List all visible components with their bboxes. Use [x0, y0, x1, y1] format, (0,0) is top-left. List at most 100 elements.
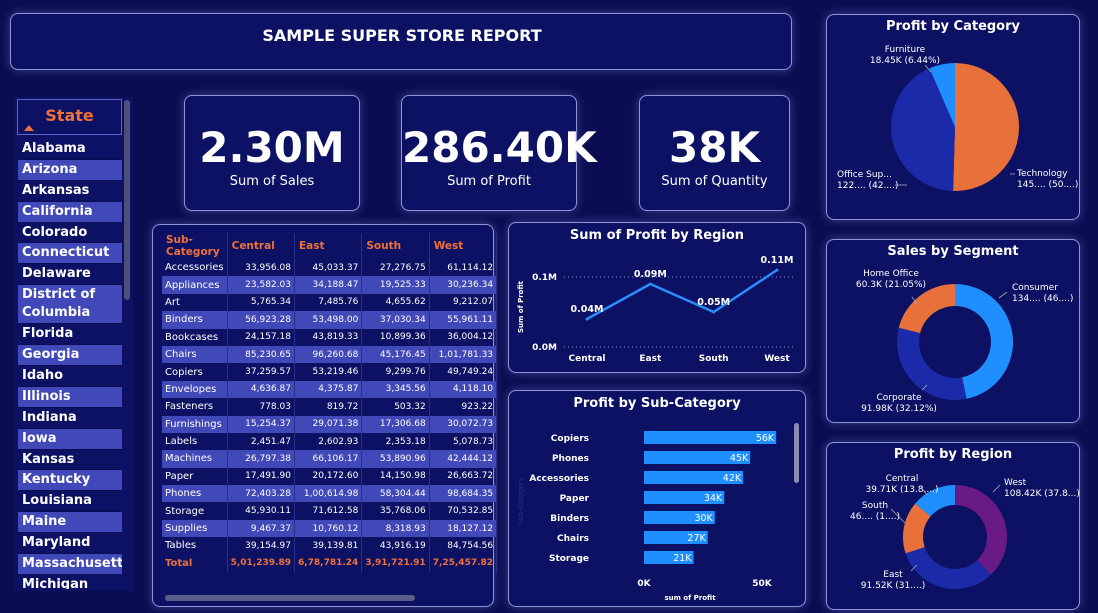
table-cell-value: 26,797.38: [227, 450, 295, 468]
table-column-header[interactable]: Central: [227, 233, 295, 259]
x-tick-label: South: [699, 354, 729, 364]
state-item[interactable]: California: [18, 201, 122, 223]
y-tick-label: Binders: [550, 514, 589, 524]
donut-chart-svg: Consumer134.... (46....) Corporate91.98K …: [856, 269, 1073, 414]
state-item[interactable]: Iowa: [18, 428, 122, 450]
table-cell-value: 56,923.28: [227, 311, 295, 329]
table-cell-value: 39,139.81: [294, 537, 363, 555]
state-item[interactable]: Idaho: [18, 366, 122, 387]
table-cell-subcategory: Binders: [162, 311, 228, 329]
bar-chart-scrollbar[interactable]: [794, 423, 799, 483]
slice-value-label: 18.45K (6.44%): [870, 56, 940, 66]
table-column-header[interactable]: West: [429, 233, 498, 259]
table-cell-value: 8,318.93: [361, 519, 430, 538]
slice-label: Central: [886, 474, 919, 484]
table-row: Paper 17,491.90 20,172.60 14,150.98 26,663.7…: [162, 467, 498, 486]
kpi-value-sales: 2.30M: [199, 123, 345, 172]
table-row: Supplies 9,467.37 10,760.12 8,318.93 18,127.…: [162, 519, 498, 538]
x-tick-label: 0K: [637, 579, 651, 589]
state-item[interactable]: Maryland: [18, 533, 122, 555]
kpi-card-profit: 286.40K Sum of Profit: [401, 95, 597, 211]
table-cell-value: 37,259.57: [227, 363, 295, 381]
data-label: 30K: [694, 513, 713, 524]
slice-label: Office Sup...: [837, 170, 892, 180]
kpi-card-quantity: 38K Sum of Quantity: [639, 95, 790, 211]
line-point[interactable]: [648, 282, 652, 286]
pie-chart-svg: Technology145.... (50....)Office Sup...1…: [837, 45, 1078, 191]
table-cell-subcategory: Total: [162, 554, 228, 573]
state-item[interactable]: Colorado: [18, 222, 122, 244]
table-cell-value: 2,602.93: [294, 432, 363, 451]
pie-slice[interactable]: [897, 327, 967, 400]
state-slicer-scrollbar[interactable]: [124, 100, 130, 300]
state-item[interactable]: Indiana: [18, 407, 122, 429]
leader-line: [992, 484, 1001, 493]
state-item[interactable]: Illinois: [18, 386, 122, 408]
state-item[interactable]: Delaware: [18, 264, 122, 286]
pie-slice[interactable]: [953, 62, 1020, 191]
table-cell-value: 6,78,781.24: [294, 554, 363, 573]
state-item[interactable]: Georgia: [18, 345, 122, 367]
pie-slice[interactable]: [955, 485, 1007, 575]
table-row: Machines 26,797.38 66,106.17 53,890.96 42,44…: [162, 450, 498, 468]
table-header-row: Sub-Category Central East South West: [162, 233, 498, 259]
table-column-header[interactable]: South: [361, 233, 430, 259]
state-item[interactable]: Kentucky: [18, 470, 122, 492]
table-cell-subcategory: Bookcases: [162, 328, 228, 346]
profit-by-subcategory-bar-chart: Profit by Sub-Category Copiers 56K Phones 4…: [508, 390, 806, 607]
pie-slice[interactable]: [955, 284, 1013, 399]
slice-label: Technology: [1016, 169, 1068, 179]
state-item[interactable]: Massachusetts: [18, 554, 122, 575]
state-slicer-header[interactable]: State: [17, 99, 122, 135]
table-cell-value: 3,91,721.91: [361, 554, 430, 573]
table-cell-subcategory: Supplies: [162, 519, 228, 538]
state-item[interactable]: District of Columbia: [18, 285, 122, 325]
state-item[interactable]: Connecticut: [18, 243, 122, 265]
table-cell-value: 70,532.85: [429, 502, 498, 520]
data-label: 0.05M: [697, 297, 730, 308]
table-cell-subcategory: Art: [162, 293, 228, 312]
state-item[interactable]: Florida: [18, 324, 122, 346]
line-point[interactable]: [775, 268, 779, 272]
table-horizontal-scrollbar[interactable]: [165, 595, 415, 601]
table-column-header[interactable]: Sub-Category: [162, 233, 228, 259]
table-cell-value: 85,230.65: [227, 345, 295, 364]
line-point[interactable]: [712, 310, 716, 314]
table-cell-value: 9,299.76: [361, 363, 430, 381]
data-label: 0.11M: [761, 255, 794, 266]
table-cell-subcategory: Appliances: [162, 276, 228, 294]
state-item[interactable]: Maine: [18, 512, 122, 534]
slice-value-label: 46.... (1....): [850, 512, 900, 522]
state-item[interactable]: Kansas: [18, 449, 122, 471]
table-column-header[interactable]: East: [294, 233, 363, 259]
table-cell-value: 20,172.60: [294, 467, 363, 486]
table-cell-value: 33,956.08: [227, 259, 295, 277]
x-axis-label: sum of Profit: [664, 594, 716, 602]
table-cell-value: 503.32: [361, 398, 430, 416]
table-cell-value: 819.72: [294, 398, 363, 416]
report-title: SAMPLE SUPER STORE REPORT: [262, 26, 542, 45]
slice-value-label: 108.42K (37.8...): [1004, 489, 1080, 499]
table-cell-value: 37,030.34: [361, 311, 430, 329]
line-point[interactable]: [585, 317, 589, 321]
kpi-label-profit: Sum of Profit: [447, 174, 531, 189]
data-label: 0.09M: [634, 269, 667, 280]
table-row: Envelopes 4,636.87 4,375.87 3,345.56 4,118.1…: [162, 380, 498, 399]
y-tick-label: Copiers: [551, 434, 589, 444]
state-item[interactable]: Alabama: [18, 139, 122, 160]
table-row: Storage 45,930.11 71,612.58 35,768.06 70,532…: [162, 502, 498, 520]
line-chart-svg: 0.1M 0.0M Sum of Profit 0.04M Central 0.09M Ea…: [517, 255, 794, 364]
state-item[interactable]: Arizona: [18, 159, 122, 181]
state-item[interactable]: Arkansas: [18, 180, 122, 202]
state-item[interactable]: Louisiana: [18, 491, 122, 513]
pie-slice[interactable]: [898, 284, 955, 334]
sort-ascending-icon[interactable]: [24, 125, 34, 131]
bar-chart-svg: Copiers 56K Phones 45K Accessories 42K Paper 34…: [517, 431, 777, 602]
table-cell-value: 45,033.37: [294, 259, 363, 277]
table-cell-value: 1,00,614.98: [294, 485, 363, 503]
table-cell-value: 19,525.33: [361, 276, 430, 294]
state-item[interactable]: Michigan: [18, 574, 122, 589]
y-tick-label: Paper: [560, 494, 590, 504]
table-cell-value: 2,451.47: [227, 432, 295, 451]
y-axis-label: Sub-Category: [517, 477, 525, 525]
